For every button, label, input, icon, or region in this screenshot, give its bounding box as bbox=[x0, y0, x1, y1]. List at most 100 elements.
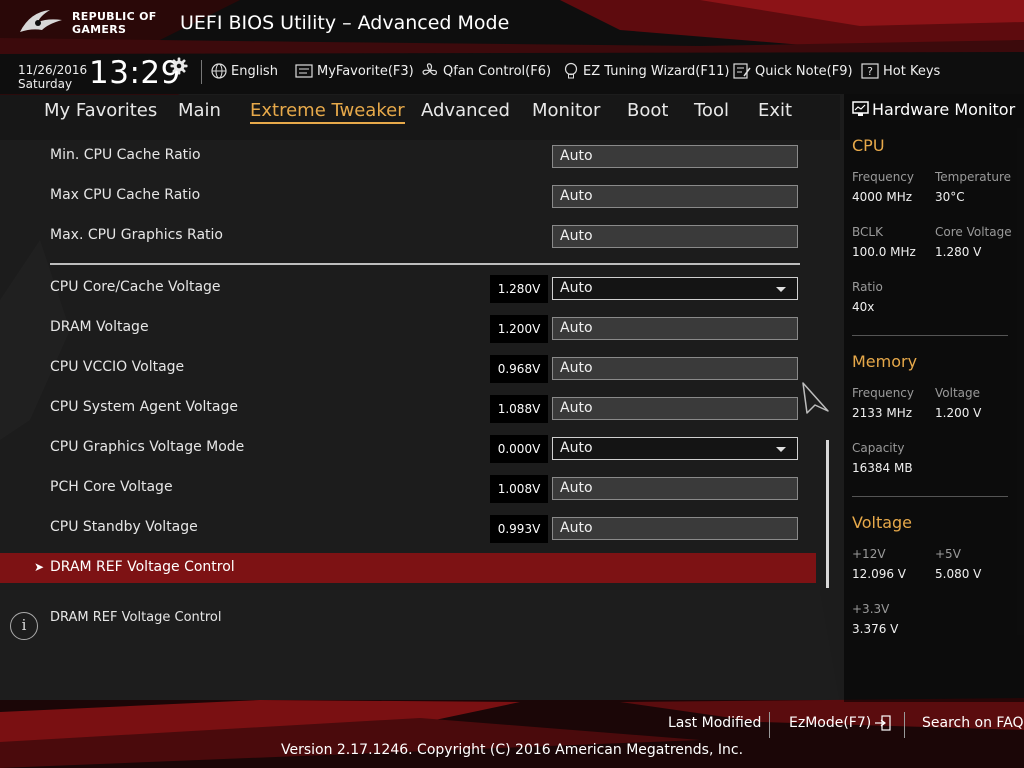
setting-label: CPU VCCIO Voltage bbox=[50, 359, 185, 375]
tab-my-favorites[interactable]: My Favorites bbox=[44, 100, 157, 121]
brand-name: REPUBLIC OF GAMERS bbox=[72, 10, 157, 36]
v12-label: +12V bbox=[852, 547, 886, 561]
v33-label: +3.3V bbox=[852, 602, 890, 616]
setting-label: CPU Core/Cache Voltage bbox=[50, 279, 221, 295]
bclk-label: BCLK bbox=[852, 225, 883, 239]
info-icon: i bbox=[10, 612, 38, 640]
help-description: DRAM REF Voltage Control bbox=[50, 610, 222, 625]
memory-voltage-value: 1.200 V bbox=[935, 406, 982, 420]
ez-tuning-label: EZ Tuning Wizard(F11) bbox=[583, 63, 730, 79]
dropdown-arrow-icon bbox=[776, 287, 786, 292]
capacity-label: Capacity bbox=[852, 441, 905, 455]
toolbar-divider bbox=[201, 60, 202, 84]
tab-extreme-tweaker[interactable]: Extreme Tweaker bbox=[250, 100, 405, 124]
app-title: UEFI BIOS Utility – Advanced Mode bbox=[180, 12, 510, 34]
footer-divider bbox=[904, 712, 905, 738]
v33-value: 3.376 V bbox=[852, 622, 899, 636]
voltage-heading: Voltage bbox=[852, 513, 913, 532]
footer-divider bbox=[769, 712, 770, 738]
ezmode-button[interactable]: EzMode(F7) bbox=[789, 715, 892, 731]
memory-heading: Memory bbox=[852, 352, 918, 371]
ez-tuning-button[interactable]: EZ Tuning Wizard(F11) bbox=[563, 60, 729, 82]
copyright-text: Version 2.17.1246. Copyright (C) 2016 Am… bbox=[280, 742, 744, 758]
setting-label: CPU Standby Voltage bbox=[50, 519, 198, 535]
title-bar: REPUBLIC OF GAMERS UEFI BIOS Utility – A… bbox=[0, 0, 1024, 58]
hot-keys-button[interactable]: ? Hot Keys bbox=[861, 60, 940, 82]
setting-value-field[interactable]: Auto bbox=[552, 477, 798, 500]
lightbulb-icon bbox=[564, 62, 578, 79]
globe-icon bbox=[211, 63, 227, 79]
cpu-temperature-value: 30°C bbox=[935, 190, 965, 204]
language-button[interactable]: English bbox=[211, 60, 278, 82]
setting-value-field[interactable]: Auto bbox=[552, 357, 798, 380]
ratio-value: 40x bbox=[852, 300, 875, 314]
tab-exit[interactable]: Exit bbox=[758, 100, 792, 121]
cpu-frequency-label: Frequency bbox=[852, 170, 914, 184]
cpu-frequency-value: 4000 MHz bbox=[852, 190, 913, 204]
help-icon: ? bbox=[861, 63, 879, 79]
voltage-readout: 1.088V bbox=[490, 395, 548, 423]
ezmode-label: EzMode(F7) bbox=[789, 715, 872, 731]
cpu-heading: CPU bbox=[852, 136, 885, 155]
tab-advanced[interactable]: Advanced bbox=[421, 100, 510, 121]
setting-label: PCH Core Voltage bbox=[50, 479, 173, 495]
section-divider bbox=[50, 263, 800, 265]
qfan-button[interactable]: Qfan Control(F6) bbox=[421, 60, 551, 82]
scrollbar[interactable] bbox=[826, 440, 829, 588]
setting-dropdown[interactable]: Auto bbox=[552, 437, 798, 460]
favorite-list-icon bbox=[295, 64, 313, 78]
v5-label: +5V bbox=[935, 547, 961, 561]
qfan-label: Qfan Control(F6) bbox=[443, 63, 552, 79]
gear-icon[interactable] bbox=[170, 57, 188, 75]
setting-value-field[interactable]: Auto bbox=[552, 317, 798, 340]
last-modified-button[interactable]: Last Modified bbox=[668, 715, 761, 731]
memory-frequency-value: 2133 MHz bbox=[852, 406, 913, 420]
dropdown-arrow-icon bbox=[776, 447, 786, 452]
voltage-readout: 0.993V bbox=[490, 515, 548, 543]
setting-value-field[interactable]: Auto bbox=[552, 225, 798, 248]
capacity-value: 16384 MB bbox=[852, 461, 913, 475]
voltage-readout: 1.008V bbox=[490, 475, 548, 503]
setting-label: CPU Graphics Voltage Mode bbox=[50, 439, 245, 455]
clock: 13:29 bbox=[89, 55, 181, 91]
tab-tool[interactable]: Tool bbox=[694, 100, 729, 121]
quick-note-button[interactable]: Quick Note(F9) bbox=[733, 60, 853, 82]
setting-label: Max. CPU Graphics Ratio bbox=[50, 227, 223, 243]
memory-frequency-label: Frequency bbox=[852, 386, 914, 400]
chevron-right-icon: ➤ bbox=[34, 560, 45, 574]
setting-label: CPU System Agent Voltage bbox=[50, 399, 238, 415]
setting-value-field[interactable]: Auto bbox=[552, 185, 798, 208]
ratio-label: Ratio bbox=[852, 280, 883, 294]
v5-value: 5.080 V bbox=[935, 567, 982, 581]
date-display: 11/26/2016 Saturday bbox=[18, 63, 88, 91]
setting-value-field[interactable]: Auto bbox=[552, 517, 798, 540]
voltage-readout: 1.280V bbox=[490, 275, 548, 303]
svg-text:?: ? bbox=[867, 65, 873, 78]
setting-label: DRAM Voltage bbox=[50, 319, 149, 335]
setting-value-field[interactable]: Auto bbox=[552, 145, 798, 168]
tab-monitor[interactable]: Monitor bbox=[532, 100, 600, 121]
bclk-value: 100.0 MHz bbox=[852, 245, 916, 259]
setting-label: Max CPU Cache Ratio bbox=[50, 187, 201, 203]
memory-voltage-label: Voltage bbox=[935, 386, 981, 400]
hw-divider bbox=[852, 496, 1008, 497]
setting-label: Min. CPU Cache Ratio bbox=[50, 147, 201, 163]
v12-value: 12.096 V bbox=[852, 567, 907, 581]
myfavorite-button[interactable]: MyFavorite(F3) bbox=[295, 60, 414, 82]
tab-main[interactable]: Main bbox=[178, 100, 221, 121]
cpu-temperature-label: Temperature bbox=[935, 170, 1012, 184]
fan-icon bbox=[422, 63, 437, 76]
mouse-cursor-icon bbox=[802, 382, 829, 414]
submenu-dram-ref-voltage[interactable]: ➤ DRAM REF Voltage Control bbox=[0, 553, 816, 583]
language-label: English bbox=[231, 63, 278, 79]
tab-boot[interactable]: Boot bbox=[627, 100, 668, 121]
setting-dropdown[interactable]: Auto bbox=[552, 277, 798, 300]
voltage-readout: 0.968V bbox=[490, 355, 548, 383]
search-faq-button[interactable]: Search on FAQ bbox=[922, 715, 1024, 731]
hot-keys-label: Hot Keys bbox=[883, 63, 941, 79]
exit-arrow-icon bbox=[875, 715, 891, 731]
note-icon bbox=[733, 63, 751, 79]
setting-value-field[interactable]: Auto bbox=[552, 397, 798, 420]
myfavorite-label: MyFavorite(F3) bbox=[317, 63, 414, 79]
hardware-monitor-title: Hardware Monitor bbox=[872, 100, 1016, 119]
